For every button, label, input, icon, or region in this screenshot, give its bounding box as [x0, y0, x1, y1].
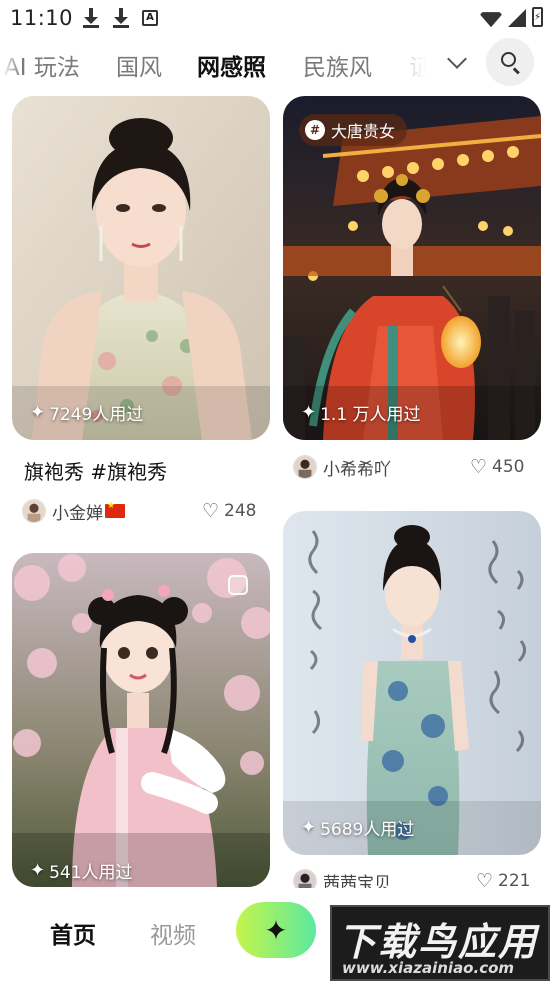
battery-charging-icon: ⚡ — [532, 7, 543, 27]
used-count-badge: ✦ 541人用过 — [30, 860, 133, 883]
avatar — [22, 499, 46, 523]
feed-card-image[interactable]: ✦ 5689人用过 — [283, 511, 541, 855]
like-count: 248 — [224, 501, 257, 521]
feed-card-image[interactable]: ✦ 7249人用过 — [12, 96, 270, 440]
portrait-image — [283, 511, 541, 855]
used-count-badge: ✦ 1.1 万人用过 — [301, 402, 421, 425]
watermark-logo: 下载鸟应用 www.xiazainiao.com — [330, 905, 550, 981]
status-time: 11:10 — [10, 6, 74, 30]
used-count-badge: ✦ 5689人用过 — [301, 817, 415, 840]
tab-fade-right — [370, 38, 440, 86]
tab-ethnic-style[interactable]: 民族风 — [303, 48, 372, 82]
hashtag-icon: # — [305, 120, 325, 140]
heart-icon: ♡ — [202, 500, 220, 522]
chevron-down-icon[interactable] — [447, 49, 467, 69]
status-bar: 11:10 A ⚡ — [0, 0, 553, 36]
author-name: 小金婵 — [52, 503, 103, 524]
feed-card-image[interactable]: # 大唐贵女 ✦ 1.1 万人用过 — [283, 96, 541, 440]
status-system-icons: ⚡ — [480, 7, 543, 27]
tab-fade-left — [0, 38, 22, 86]
author-row[interactable]: 小希希吖 — [293, 454, 391, 480]
like-button[interactable]: ♡ 248 — [202, 500, 257, 522]
sparkle-icon: ✦ — [30, 860, 46, 881]
signal-icon — [508, 9, 526, 27]
search-button[interactable] — [486, 38, 534, 86]
download-icon — [112, 8, 130, 28]
sparkle-icon: ✦ — [30, 402, 46, 423]
search-icon — [501, 52, 516, 67]
nav-video[interactable]: 视频 — [150, 916, 196, 950]
heart-icon: ♡ — [470, 456, 488, 478]
portrait-image — [283, 96, 541, 440]
multi-image-icon — [228, 575, 248, 595]
watermark-title: 下载鸟应用 — [338, 920, 539, 964]
status-notification-icons: A — [82, 8, 158, 28]
sparkle-icon: ✦ — [301, 817, 317, 838]
china-flag-icon — [105, 501, 125, 518]
tab-wanggan-photo[interactable]: 网感照 — [195, 48, 268, 82]
sparkle-icon: ✦ — [301, 402, 317, 423]
like-count: 450 — [492, 457, 525, 477]
watermark-url: www.xiazainiao.com — [342, 959, 515, 977]
nav-home[interactable]: 首页 — [50, 916, 96, 950]
create-button[interactable]: ✦ — [236, 902, 316, 958]
sparkle-icon: ✦ — [264, 913, 288, 947]
feed-card-image[interactable]: ✦ 541人用过 — [12, 553, 270, 887]
used-count-badge: ✦ 7249人用过 — [30, 402, 144, 425]
wifi-icon — [480, 9, 502, 27]
card-title[interactable]: 旗袍秀 #旗袍秀 — [24, 456, 167, 485]
author-row[interactable]: 小金婵 — [22, 498, 125, 524]
category-tab-bar: AI 玩法 国风 网感照 民族风 证 — [0, 38, 553, 86]
portrait-image — [12, 553, 270, 887]
tab-guofeng[interactable]: 国风 — [116, 48, 162, 82]
download-icon — [82, 8, 100, 28]
app-a-icon: A — [142, 10, 158, 26]
topic-tag[interactable]: # 大唐贵女 — [299, 114, 408, 146]
portrait-image — [12, 96, 270, 440]
avatar — [293, 455, 317, 479]
like-button[interactable]: ♡ 450 — [470, 456, 525, 478]
author-name: 小希希吖 — [323, 459, 391, 480]
